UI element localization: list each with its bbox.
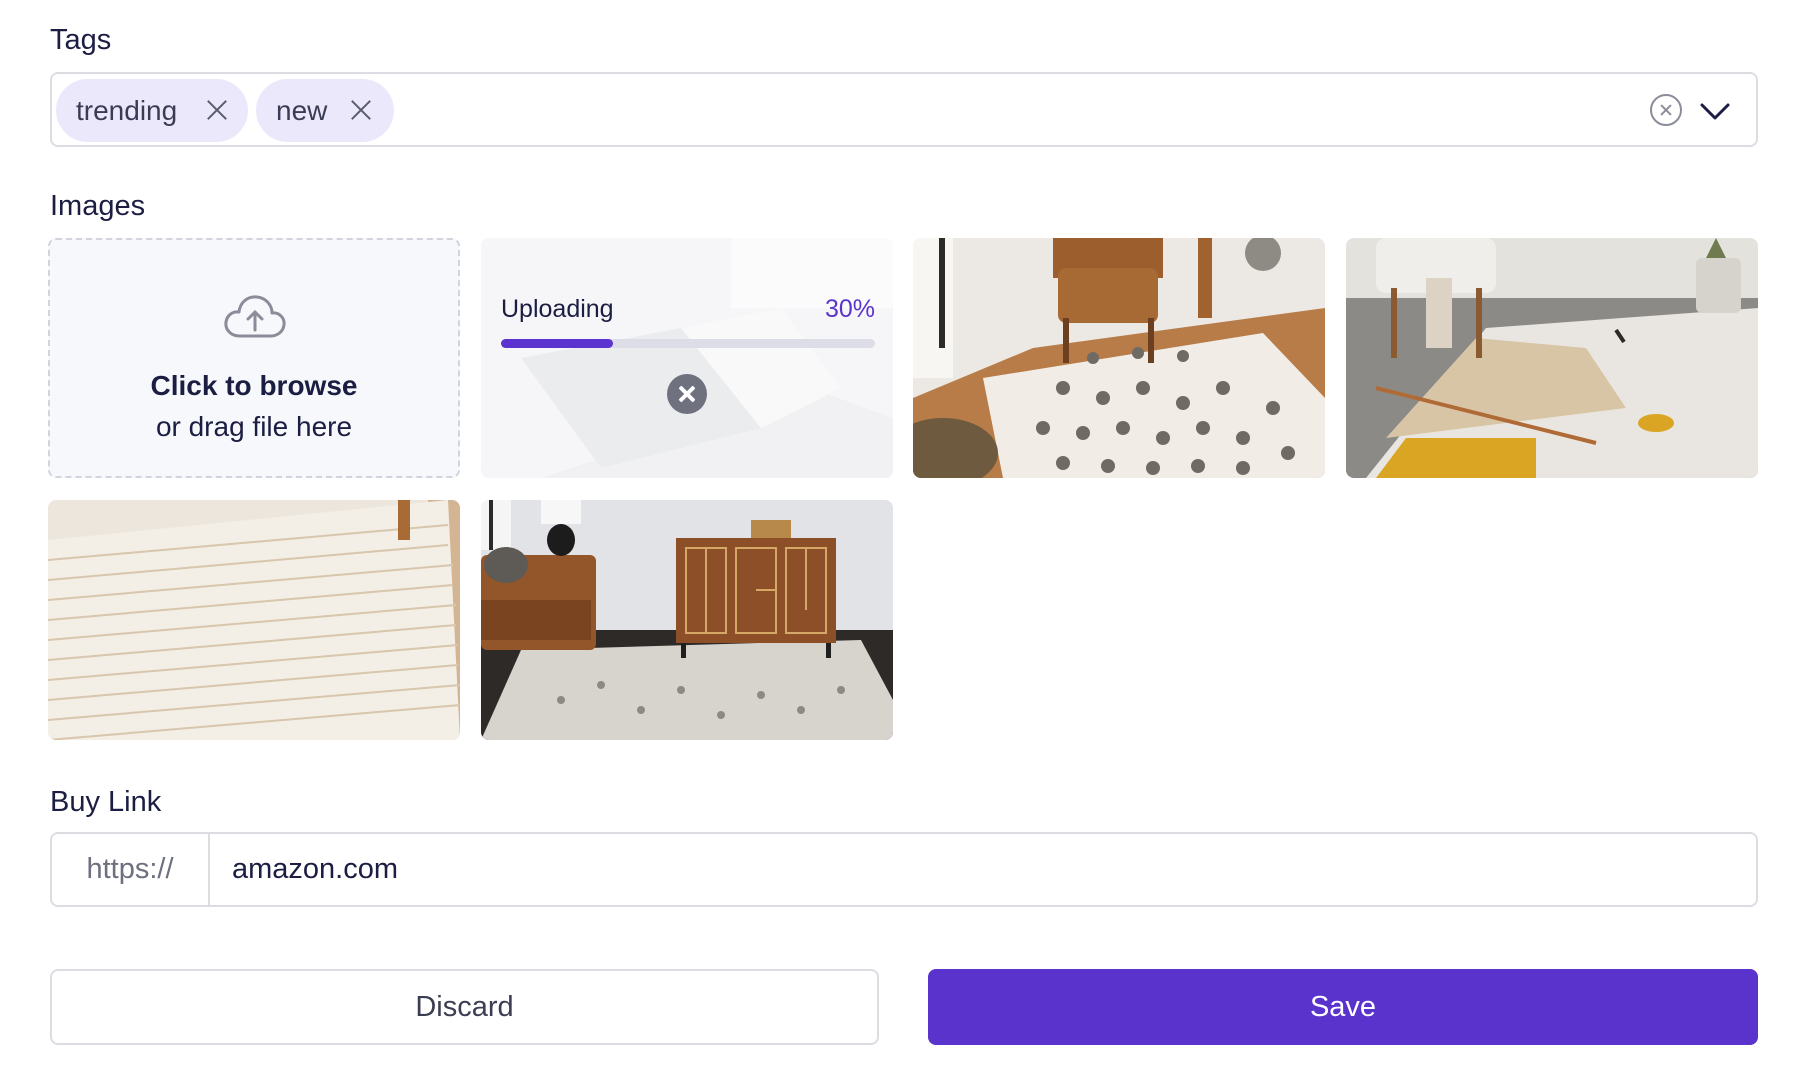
clear-tags-icon[interactable] — [1650, 94, 1682, 126]
cloud-upload-icon — [224, 295, 286, 338]
tags-select[interactable]: trending new — [50, 72, 1758, 147]
save-button[interactable]: Save — [928, 969, 1758, 1045]
chevron-down-icon[interactable] — [1698, 94, 1732, 128]
url-prefix: https:// — [52, 834, 210, 905]
tag-chip-new: new — [256, 79, 394, 142]
dropzone-title: Click to browse — [150, 370, 358, 401]
tag-chip-label: trending — [76, 94, 178, 126]
remove-tag-icon[interactable] — [205, 98, 229, 122]
cancel-upload-icon[interactable] — [667, 374, 707, 414]
tag-chip-trending: trending — [56, 79, 248, 142]
upload-progress-bar — [501, 339, 875, 348]
buy-link-input[interactable] — [210, 834, 1756, 905]
rug-photo-4 — [481, 500, 893, 740]
image-thumbnail[interactable] — [481, 500, 893, 740]
image-thumbnail[interactable] — [913, 238, 1325, 478]
rug-photo-1 — [913, 238, 1325, 478]
upload-percent: 30% — [824, 295, 875, 323]
image-thumbnail[interactable] — [1346, 238, 1758, 478]
rug-photo-3 — [48, 500, 460, 740]
uploading-image-tile: Uploading 30% — [481, 238, 893, 478]
upload-progress-fill — [501, 339, 614, 348]
image-dropzone[interactable]: Click to browse or drag file here — [48, 238, 460, 478]
tag-chip-label: new — [276, 94, 328, 126]
tags-label: Tags — [50, 24, 112, 56]
buy-link-field: https:// — [50, 832, 1758, 907]
images-label: Images — [50, 190, 146, 222]
buy-link-label: Buy Link — [50, 786, 162, 818]
remove-tag-icon[interactable] — [349, 98, 373, 122]
dropzone-subtitle: or drag file here — [155, 411, 353, 442]
image-thumbnail[interactable] — [48, 500, 460, 740]
discard-button[interactable]: Discard — [50, 969, 879, 1045]
rug-photo-2 — [1346, 238, 1758, 478]
uploading-label: Uploading — [501, 295, 614, 323]
